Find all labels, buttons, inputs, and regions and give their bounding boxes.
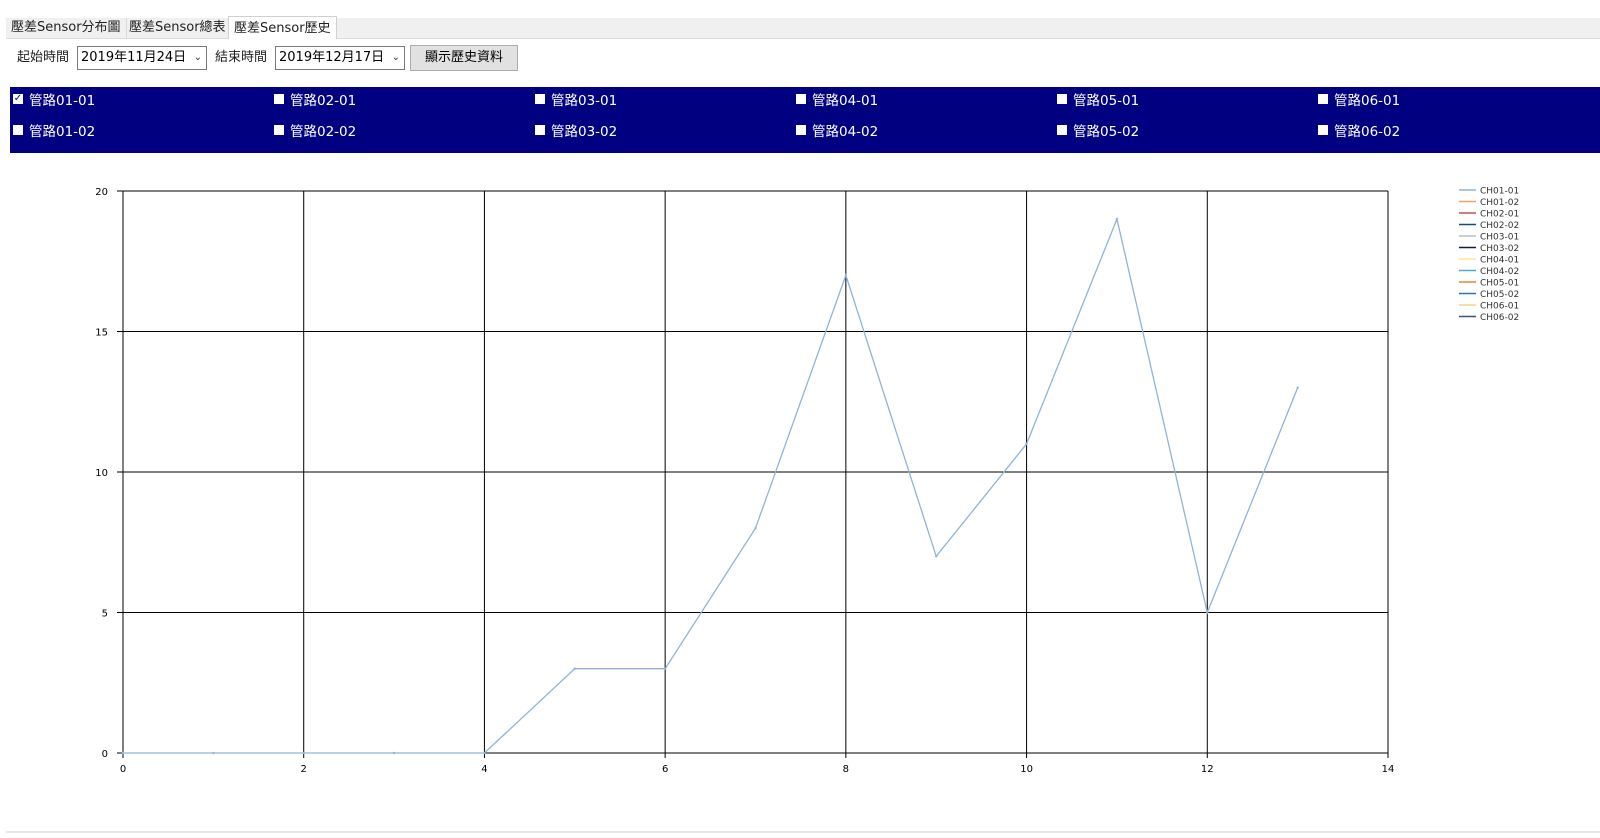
data-point [1115,217,1119,221]
legend-label: CH06-01 [1480,302,1519,312]
history-chart: 0 2 4 6 8 10 12 14 0 5 10 15 20 CH01-01 CH01-02 CH02-01… [6,153,1600,831]
checkbox-checked-icon[interactable]: ✓ [13,94,23,104]
tab-sensor-distribution[interactable]: 壓差Sensor分布圖 [6,18,127,39]
tab-sensor-history[interactable]: 壓差Sensor歷史 [228,16,337,39]
end-date-value: 2019年12月17日 [279,50,385,65]
data-point [1296,386,1299,389]
pipe-checkbox-panel: ✓ 管路01-01 管路02-01 管路03-01 管路04-01 管路05-01 管路06… [10,87,1600,153]
end-time-label: 結束時間 [215,50,268,65]
x-tick-label: 6 [662,764,668,775]
pipe-checkbox-label: 管路01-01 [29,93,96,109]
data-point [483,751,486,755]
pipe-checkbox-label: 管路03-02 [551,124,618,140]
pipe-checkbox-label: 管路02-02 [290,124,357,140]
data-point [302,751,305,755]
data-point [1206,611,1209,614]
x-tick-label: 12 [1201,764,1214,775]
tab-strip: 壓差Sensor分布圖 壓差Sensor總表 壓差Sensor歷史 [6,16,1600,39]
pipe-checkbox-label: 管路04-01 [812,93,879,109]
checkbox-unchecked-icon[interactable] [1318,94,1328,104]
start-time-label: 起始時間 [17,50,70,65]
checkbox-unchecked-icon[interactable] [535,125,545,135]
history-toolbar: 起始時間 2019年11月24日 ⌄ 結束時間 2019年12月17日 ⌄ 顯示… [6,40,1600,84]
data-point [212,751,215,755]
x-tick-label: 10 [1020,764,1033,775]
bottom-divider [6,831,1600,833]
x-tick-label: 8 [843,764,849,775]
checkbox-unchecked-icon[interactable] [535,94,545,104]
pipe-checkbox-02-02[interactable]: 管路02-02 [274,120,356,140]
pipe-checkbox-03-02[interactable]: 管路03-02 [535,120,617,140]
x-tick-label: 14 [1382,764,1395,775]
start-date-picker[interactable]: 2019年11月24日 ⌄ [77,46,207,70]
legend-label: CH04-01 [1480,256,1519,266]
end-date-picker[interactable]: 2019年12月17日 ⌄ [275,46,405,70]
checkbox-unchecked-icon[interactable] [1318,125,1328,135]
app-window: 壓差Sensor分布圖 壓差Sensor總表 壓差Sensor歷史 起始時間 2… [0,0,1600,838]
data-point [121,751,125,755]
legend-label: CH02-01 [1480,210,1519,220]
y-tick-label: 0 [102,749,108,760]
x-tick-label: 0 [120,764,126,775]
y-tick-label: 15 [95,328,108,339]
pipe-checkbox-04-02[interactable]: 管路04-02 [796,120,878,140]
legend-label: CH03-02 [1480,244,1519,254]
y-tick-label: 5 [102,609,108,620]
x-tick-label: 4 [481,764,487,775]
checkbox-unchecked-icon[interactable] [796,94,806,104]
data-point [844,274,848,277]
data-point [754,527,757,530]
legend-label: CH02-02 [1480,221,1519,231]
chevron-down-icon: ⌄ [193,52,202,63]
pipe-checkbox-label: 管路03-01 [551,93,618,109]
checkbox-unchecked-icon[interactable] [274,125,284,135]
data-point [663,667,667,670]
pipe-checkbox-06-01[interactable]: 管路06-01 [1318,89,1400,109]
tab-sensor-summary[interactable]: 壓差Sensor總表 [124,18,232,39]
legend-label: CH05-02 [1480,290,1519,300]
pipe-checkbox-01-02[interactable]: 管路01-02 [13,120,95,140]
y-tick-label: 10 [95,468,108,479]
chevron-down-icon: ⌄ [391,52,400,63]
legend-label: CH01-02 [1480,198,1519,208]
data-point [573,667,576,670]
legend-label: CH06-02 [1480,313,1519,323]
data-point [1025,442,1028,446]
checkbox-unchecked-icon[interactable] [796,125,806,135]
pipe-checkbox-label: 管路06-02 [1334,124,1401,140]
pipe-checkbox-04-01[interactable]: 管路04-01 [796,89,878,109]
legend-label: CH04-02 [1480,267,1519,277]
pipe-checkbox-label: 管路05-01 [1073,93,1140,109]
pipe-checkbox-05-02[interactable]: 管路05-02 [1057,120,1139,140]
legend-label: CH05-01 [1480,279,1519,289]
legend-label: CH03-01 [1480,233,1519,243]
show-history-button[interactable]: 顯示歷史資料 [410,45,518,71]
start-date-value: 2019年11月24日 [81,50,187,65]
pipe-checkbox-label: 管路06-01 [1334,93,1401,109]
pipe-checkbox-01-01[interactable]: ✓ 管路01-01 [13,89,95,109]
pipe-checkbox-label: 管路05-02 [1073,124,1140,140]
checkbox-unchecked-icon[interactable] [274,94,284,104]
checkbox-unchecked-icon[interactable] [1057,94,1067,104]
pipe-checkbox-02-01[interactable]: 管路02-01 [274,89,356,109]
data-point [935,555,938,558]
legend-label: CH01-01 [1480,187,1519,197]
pipe-checkbox-06-02[interactable]: 管路06-02 [1318,120,1400,140]
pipe-checkbox-05-01[interactable]: 管路05-01 [1057,89,1139,109]
checkbox-unchecked-icon[interactable] [1057,125,1067,135]
checkbox-unchecked-icon[interactable] [13,125,23,135]
data-point [392,751,396,755]
y-tick-label: 20 [95,187,108,198]
pipe-checkbox-label: 管路02-01 [290,93,357,109]
pipe-checkbox-label: 管路04-02 [812,124,879,140]
series-line-ch01-01 [123,216,1299,754]
x-tick-label: 2 [301,764,307,775]
line-chart-svg: 0 2 4 6 8 10 12 14 0 5 10 15 20 CH01-01CH01-02 CH02-01… [95,187,1519,776]
pipe-checkbox-label: 管路01-02 [29,124,96,140]
pipe-checkbox-03-01[interactable]: 管路03-01 [535,89,617,109]
